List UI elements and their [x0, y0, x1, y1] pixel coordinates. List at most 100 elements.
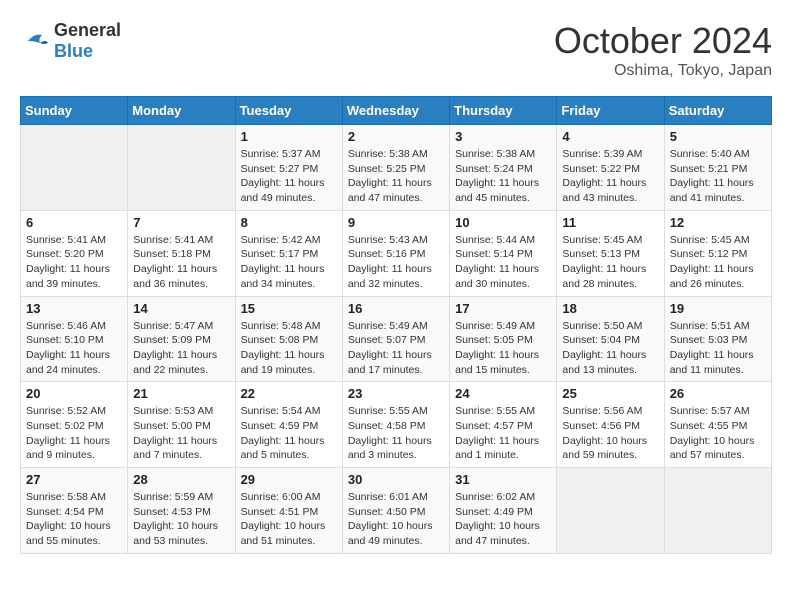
day-detail: Sunrise: 5:39 AM Sunset: 5:22 PM Dayligh… [562, 147, 658, 206]
page-header: General Blue October 2024 Oshima, Tokyo,… [20, 20, 772, 80]
calendar-cell: 25Sunrise: 5:56 AM Sunset: 4:56 PM Dayli… [557, 382, 664, 468]
day-detail: Sunrise: 5:49 AM Sunset: 5:07 PM Dayligh… [348, 319, 444, 378]
calendar-cell: 13 Sunrise: 5:46 AM Sunset: 5:10 PM Dayli… [21, 296, 128, 382]
day-number: 17 [455, 301, 551, 316]
day-detail: Sunrise: 5:41 AM Sunset: 5:18 PM Dayligh… [133, 233, 229, 292]
day-detail: Sunrise: 6:01 AM Sunset: 4:50 PM Dayligh… [348, 490, 444, 549]
logo-blue: Blue [54, 41, 93, 61]
weekday-header-row: SundayMondayTuesdayWednesdayThursdayFrid… [21, 97, 772, 125]
day-number: 23 [348, 386, 444, 401]
day-number: 19 [670, 301, 766, 316]
day-detail: Sunrise: 5:48 AM Sunset: 5:08 PM Dayligh… [241, 319, 337, 378]
day-number: 27 [26, 472, 122, 487]
calendar-cell: 29Sunrise: 6:00 AM Sunset: 4:51 PM Dayli… [235, 468, 342, 554]
day-number: 9 [348, 215, 444, 230]
calendar-cell: 12Sunrise: 5:45 AM Sunset: 5:12 PM Dayli… [664, 210, 771, 296]
day-number: 28 [133, 472, 229, 487]
title-block: October 2024 Oshima, Tokyo, Japan [554, 20, 772, 80]
day-detail: Sunrise: 5:57 AM Sunset: 4:55 PM Dayligh… [670, 404, 766, 463]
day-number: 7 [133, 215, 229, 230]
day-detail: Sunrise: 5:43 AM Sunset: 5:16 PM Dayligh… [348, 233, 444, 292]
day-detail: Sunrise: 5:46 AM Sunset: 5:10 PM Dayligh… [26, 319, 122, 378]
day-detail: Sunrise: 5:37 AM Sunset: 5:27 PM Dayligh… [241, 147, 337, 206]
logo-text: General Blue [54, 20, 121, 62]
day-detail: Sunrise: 5:42 AM Sunset: 5:17 PM Dayligh… [241, 233, 337, 292]
day-number: 5 [670, 129, 766, 144]
day-number: 24 [455, 386, 551, 401]
day-number: 15 [241, 301, 337, 316]
week-row-5: 27Sunrise: 5:58 AM Sunset: 4:54 PM Dayli… [21, 468, 772, 554]
calendar-cell: 9 Sunrise: 5:43 AM Sunset: 5:16 PM Daylig… [342, 210, 449, 296]
calendar-cell: 26 Sunrise: 5:57 AM Sunset: 4:55 PM Dayli… [664, 382, 771, 468]
calendar-cell: 16 Sunrise: 5:49 AM Sunset: 5:07 PM Dayli… [342, 296, 449, 382]
day-detail: Sunrise: 5:51 AM Sunset: 5:03 PM Dayligh… [670, 319, 766, 378]
calendar-cell: 22 Sunrise: 5:54 AM Sunset: 4:59 PM Dayli… [235, 382, 342, 468]
weekday-header-sunday: Sunday [21, 97, 128, 125]
weekday-header-saturday: Saturday [664, 97, 771, 125]
calendar-cell: 6Sunrise: 5:41 AM Sunset: 5:20 PM Daylig… [21, 210, 128, 296]
day-number: 13 [26, 301, 122, 316]
day-detail: Sunrise: 5:56 AM Sunset: 4:56 PM Dayligh… [562, 404, 658, 463]
calendar-cell: 15 Sunrise: 5:48 AM Sunset: 5:08 PM Dayli… [235, 296, 342, 382]
calendar-cell [557, 468, 664, 554]
week-row-4: 20Sunrise: 5:52 AM Sunset: 5:02 PM Dayli… [21, 382, 772, 468]
weekday-header-tuesday: Tuesday [235, 97, 342, 125]
calendar-cell [21, 125, 128, 211]
week-row-1: 1 Sunrise: 5:37 AM Sunset: 5:27 PM Daylig… [21, 125, 772, 211]
location: Oshima, Tokyo, Japan [554, 62, 772, 80]
day-detail: Sunrise: 5:53 AM Sunset: 5:00 PM Dayligh… [133, 404, 229, 463]
day-number: 22 [241, 386, 337, 401]
calendar-cell: 28Sunrise: 5:59 AM Sunset: 4:53 PM Dayli… [128, 468, 235, 554]
calendar-cell: 21 Sunrise: 5:53 AM Sunset: 5:00 PM Dayli… [128, 382, 235, 468]
calendar-cell: 2Sunrise: 5:38 AM Sunset: 5:25 PM Daylig… [342, 125, 449, 211]
day-number: 20 [26, 386, 122, 401]
day-number: 10 [455, 215, 551, 230]
calendar-cell: 17 Sunrise: 5:49 AM Sunset: 5:05 PM Dayli… [450, 296, 557, 382]
week-row-2: 6Sunrise: 5:41 AM Sunset: 5:20 PM Daylig… [21, 210, 772, 296]
calendar-cell: 14Sunrise: 5:47 AM Sunset: 5:09 PM Dayli… [128, 296, 235, 382]
day-number: 8 [241, 215, 337, 230]
day-detail: Sunrise: 6:02 AM Sunset: 4:49 PM Dayligh… [455, 490, 551, 549]
calendar-cell: 4 Sunrise: 5:39 AM Sunset: 5:22 PM Daylig… [557, 125, 664, 211]
week-row-3: 13 Sunrise: 5:46 AM Sunset: 5:10 PM Dayli… [21, 296, 772, 382]
weekday-header-monday: Monday [128, 97, 235, 125]
day-number: 16 [348, 301, 444, 316]
day-number: 11 [562, 215, 658, 230]
day-detail: Sunrise: 5:50 AM Sunset: 5:04 PM Dayligh… [562, 319, 658, 378]
day-number: 1 [241, 129, 337, 144]
day-detail: Sunrise: 5:38 AM Sunset: 5:24 PM Dayligh… [455, 147, 551, 206]
day-detail: Sunrise: 5:38 AM Sunset: 5:25 PM Dayligh… [348, 147, 444, 206]
day-number: 29 [241, 472, 337, 487]
day-detail: Sunrise: 5:40 AM Sunset: 5:21 PM Dayligh… [670, 147, 766, 206]
calendar-cell [128, 125, 235, 211]
day-detail: Sunrise: 5:47 AM Sunset: 5:09 PM Dayligh… [133, 319, 229, 378]
month-year: October 2024 [554, 20, 772, 62]
calendar-cell: 8 Sunrise: 5:42 AM Sunset: 5:17 PM Daylig… [235, 210, 342, 296]
calendar-cell: 19 Sunrise: 5:51 AM Sunset: 5:03 PM Dayli… [664, 296, 771, 382]
calendar-cell: 24 Sunrise: 5:55 AM Sunset: 4:57 PM Dayli… [450, 382, 557, 468]
day-detail: Sunrise: 5:49 AM Sunset: 5:05 PM Dayligh… [455, 319, 551, 378]
day-number: 26 [670, 386, 766, 401]
day-number: 3 [455, 129, 551, 144]
calendar-table: SundayMondayTuesdayWednesdayThursdayFrid… [20, 96, 772, 554]
day-number: 4 [562, 129, 658, 144]
day-number: 31 [455, 472, 551, 487]
day-detail: Sunrise: 5:45 AM Sunset: 5:12 PM Dayligh… [670, 233, 766, 292]
calendar-cell: 11Sunrise: 5:45 AM Sunset: 5:13 PM Dayli… [557, 210, 664, 296]
weekday-header-friday: Friday [557, 97, 664, 125]
calendar-cell: 3 Sunrise: 5:38 AM Sunset: 5:24 PM Daylig… [450, 125, 557, 211]
day-detail: Sunrise: 5:55 AM Sunset: 4:57 PM Dayligh… [455, 404, 551, 463]
calendar-cell: 1 Sunrise: 5:37 AM Sunset: 5:27 PM Daylig… [235, 125, 342, 211]
calendar-cell: 27Sunrise: 5:58 AM Sunset: 4:54 PM Dayli… [21, 468, 128, 554]
day-number: 18 [562, 301, 658, 316]
calendar-cell: 10 Sunrise: 5:44 AM Sunset: 5:14 PM Dayli… [450, 210, 557, 296]
weekday-header-wednesday: Wednesday [342, 97, 449, 125]
day-number: 21 [133, 386, 229, 401]
day-detail: Sunrise: 5:44 AM Sunset: 5:14 PM Dayligh… [455, 233, 551, 292]
day-detail: Sunrise: 5:54 AM Sunset: 4:59 PM Dayligh… [241, 404, 337, 463]
calendar-cell: 20Sunrise: 5:52 AM Sunset: 5:02 PM Dayli… [21, 382, 128, 468]
day-number: 6 [26, 215, 122, 230]
logo: General Blue [20, 20, 121, 62]
weekday-header-thursday: Thursday [450, 97, 557, 125]
day-detail: Sunrise: 5:55 AM Sunset: 4:58 PM Dayligh… [348, 404, 444, 463]
